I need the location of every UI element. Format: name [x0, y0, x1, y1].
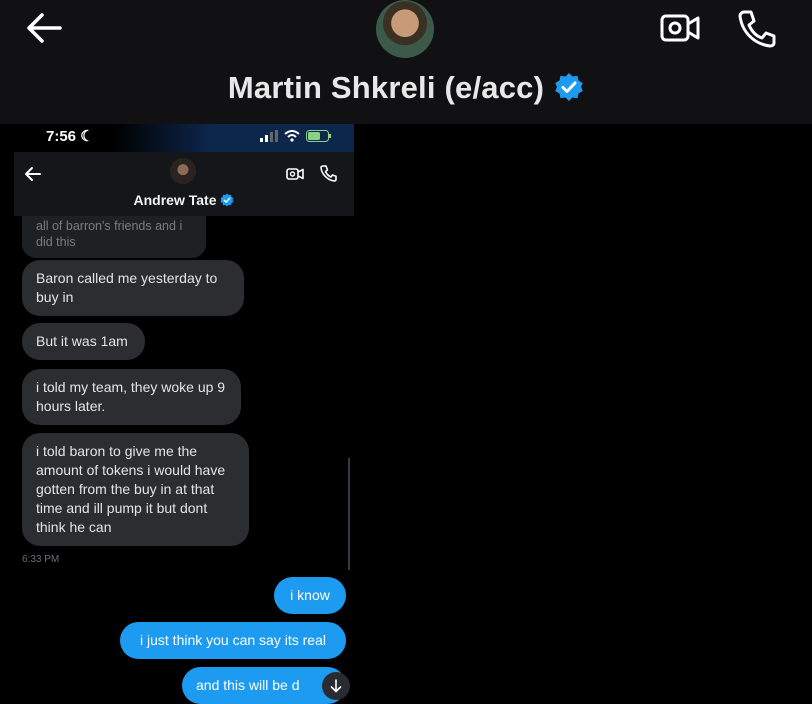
back-arrow-icon[interactable] — [24, 166, 42, 187]
back-arrow-icon[interactable] — [24, 10, 64, 46]
scrollbar[interactable] — [348, 458, 350, 570]
avatar[interactable] — [170, 158, 196, 184]
conversation-header: Martin Shkreli (e/acc) — [0, 0, 812, 124]
message-bubble-incoming[interactable]: i told baron to give me the amount of to… — [22, 433, 249, 546]
avatar[interactable] — [376, 0, 434, 58]
wifi-icon — [284, 130, 300, 142]
verified-badge-icon — [220, 193, 234, 210]
contact-name-text: Martin Shkreli (e/acc) — [227, 70, 545, 105]
battery-icon — [306, 130, 331, 142]
contact-name-text: Andrew Tate — [133, 192, 217, 208]
message-timestamp: 6:33 PM — [22, 554, 60, 565]
verified-badge-icon — [554, 72, 584, 110]
contact-name: Andrew Tate — [14, 192, 354, 210]
moon-icon: ☾ — [80, 128, 94, 145]
message-bubble-incoming[interactable]: all of barron's friends and i did this — [22, 216, 206, 258]
embedded-screenshot: 7:56 ☾ Andrew Tate all of barron's frien… — [14, 124, 354, 704]
scroll-down-button[interactable] — [322, 672, 350, 700]
video-call-icon[interactable] — [286, 166, 304, 187]
message-bubble-outgoing[interactable]: i know — [274, 577, 346, 614]
message-bubble-incoming[interactable]: i told my team, they woke up 9 hours lat… — [22, 369, 241, 425]
status-bar: 7:56 ☾ — [14, 124, 354, 152]
status-time: 7:56 ☾ — [46, 128, 94, 145]
signal-icon — [260, 130, 278, 142]
status-icons — [260, 128, 332, 144]
video-call-icon[interactable] — [658, 8, 702, 48]
message-bubble-incoming[interactable]: But it was 1am — [22, 323, 145, 360]
message-bubble-incoming[interactable]: Baron called me yesterday to buy in — [22, 260, 244, 316]
arrow-down-icon — [330, 679, 342, 693]
message-bubble-outgoing[interactable]: i just think you can say its real — [120, 622, 346, 659]
phone-call-icon[interactable] — [319, 164, 337, 187]
inner-conversation-header: Andrew Tate — [14, 152, 354, 216]
contact-name: Martin Shkreli (e/acc) — [0, 70, 812, 110]
phone-call-icon[interactable] — [734, 6, 778, 50]
